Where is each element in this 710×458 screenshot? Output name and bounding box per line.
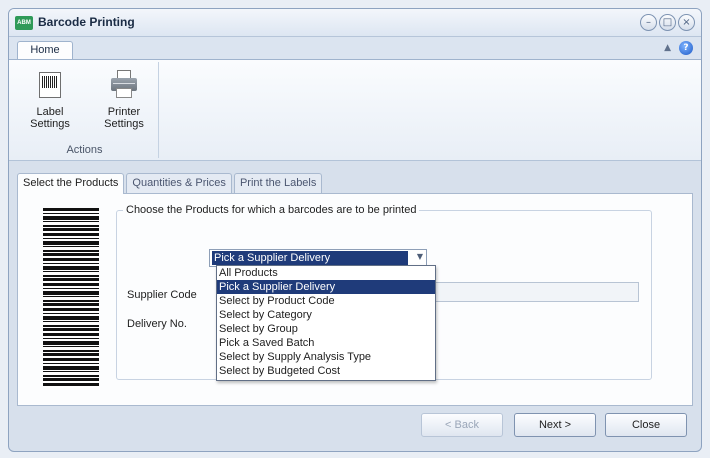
- printer-settings-button[interactable]: Printer Settings: [97, 66, 151, 136]
- option-select-by-budgeted-cost[interactable]: Select by Budgeted Cost: [217, 364, 435, 378]
- app-icon: ABM: [15, 16, 33, 30]
- label-settings-button[interactable]: Label Settings: [23, 66, 77, 136]
- group-caption: Actions: [66, 144, 103, 156]
- chevron-down-icon[interactable]: ▼: [417, 252, 423, 261]
- help-icon[interactable]: ?: [679, 41, 693, 55]
- select-products-panel: Choose the Products for which a barcodes…: [17, 193, 693, 406]
- tab-select-products[interactable]: Select the Products: [17, 173, 125, 194]
- barcode-printing-window: ABM Barcode Printing – □ × Home ▲ ? Labe…: [8, 8, 702, 452]
- tab-print-labels[interactable]: Print the Labels: [233, 173, 323, 193]
- ribbon-tab-bar: Home: [9, 37, 701, 60]
- product-selection-legend: Choose the Products for which a barcodes…: [126, 204, 417, 216]
- actions-group: Label Settings Printer Settings Actions: [11, 62, 159, 158]
- option-select-by-supply-analysis-type[interactable]: Select by Supply Analysis Type: [217, 350, 435, 364]
- ribbon-body: Label Settings Printer Settings Actions: [9, 59, 701, 161]
- option-select-by-product-code[interactable]: Select by Product Code: [217, 294, 435, 308]
- option-select-by-category[interactable]: Select by Category: [217, 308, 435, 322]
- wizard-tabs: Select the Products Quantities & Prices …: [17, 173, 324, 194]
- ribbon-controls: ▲ ?: [664, 41, 693, 55]
- minimize-ribbon-icon[interactable]: ▲: [664, 43, 671, 53]
- minimize-icon[interactable]: –: [640, 14, 657, 31]
- label-settings-text: Label Settings: [30, 106, 70, 130]
- option-select-by-group[interactable]: Select by Group: [217, 322, 435, 336]
- printer-settings-text: Printer Settings: [104, 106, 144, 130]
- option-pick-saved-batch[interactable]: Pick a Saved Batch: [217, 336, 435, 350]
- selection-method-dropdown: All Products Pick a Supplier Delivery Se…: [216, 265, 436, 381]
- next-button[interactable]: Next >: [514, 413, 596, 437]
- window-controls: – □ ×: [640, 14, 695, 31]
- supplier-code-label: Supplier Code: [127, 289, 197, 301]
- delivery-no-label: Delivery No.: [127, 318, 187, 330]
- maximize-icon[interactable]: □: [659, 14, 676, 31]
- option-all-products[interactable]: All Products: [217, 266, 435, 280]
- option-pick-supplier-delivery[interactable]: Pick a Supplier Delivery: [217, 280, 435, 294]
- printer-icon: [106, 66, 142, 100]
- window-title: Barcode Printing: [38, 15, 135, 29]
- close-window-icon[interactable]: ×: [678, 14, 695, 31]
- wizard-content: Select the Products Quantities & Prices …: [17, 173, 693, 406]
- barcode-image: [43, 208, 99, 388]
- supplier-code-input[interactable]: [427, 282, 639, 302]
- selection-method-value: Pick a Supplier Delivery: [212, 251, 408, 265]
- title-bar[interactable]: ABM Barcode Printing – □ ×: [9, 9, 701, 37]
- close-button[interactable]: Close: [605, 413, 687, 437]
- tab-quantities-prices[interactable]: Quantities & Prices: [126, 173, 232, 193]
- ribbon-tab-home[interactable]: Home: [17, 41, 73, 60]
- back-button[interactable]: < Back: [421, 413, 503, 437]
- barcode-label-icon: [32, 66, 68, 100]
